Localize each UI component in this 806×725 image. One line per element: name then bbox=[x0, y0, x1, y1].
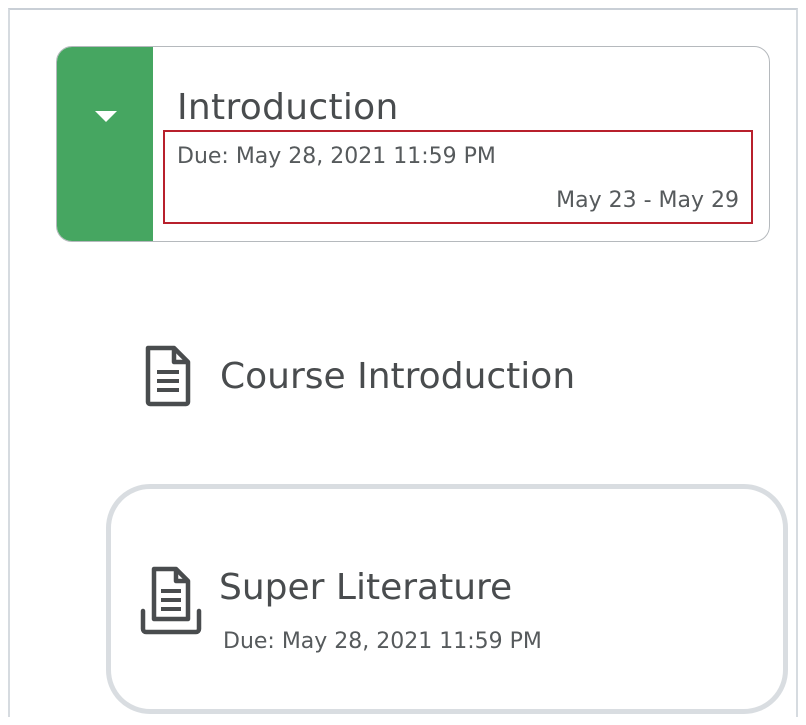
topic-due-date: Due: May 28, 2021 11:59 PM bbox=[223, 629, 542, 654]
module-dates-highlight: Due: May 28, 2021 11:59 PM May 23 - May … bbox=[163, 130, 753, 224]
module-due-date: Due: May 28, 2021 11:59 PM bbox=[177, 144, 496, 169]
module-expand-toggle[interactable] bbox=[57, 47, 153, 241]
assignment-submit-icon bbox=[140, 566, 202, 635]
module-date-range: May 23 - May 29 bbox=[556, 188, 739, 213]
topic-title[interactable]: Course Introduction bbox=[220, 356, 575, 397]
module-title[interactable]: Introduction bbox=[177, 87, 399, 128]
module-card-introduction[interactable]: Introduction Due: May 28, 2021 11:59 PM … bbox=[56, 46, 770, 242]
content-panel: Introduction Due: May 28, 2021 11:59 PM … bbox=[8, 8, 798, 717]
document-icon bbox=[145, 345, 191, 407]
topic-title[interactable]: Super Literature bbox=[219, 567, 512, 608]
topic-super-literature[interactable]: Super Literature Due: May 28, 2021 11:59… bbox=[106, 484, 788, 714]
topic-course-introduction[interactable]: Course Introduction bbox=[142, 342, 742, 412]
caret-down-icon bbox=[95, 111, 117, 122]
